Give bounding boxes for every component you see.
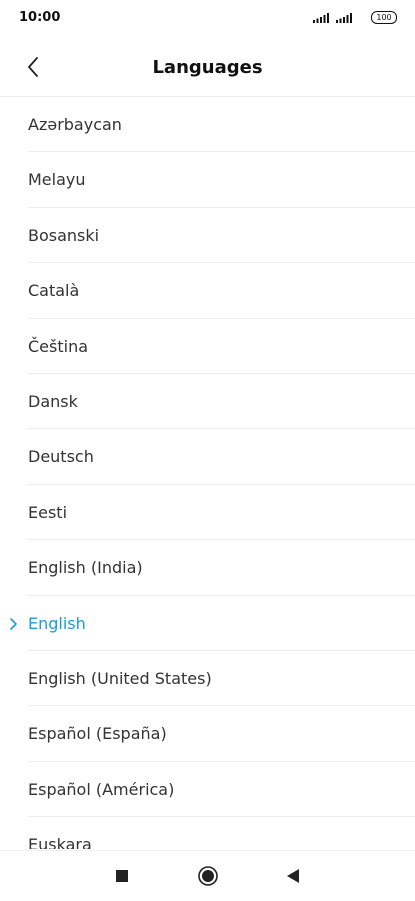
square-icon <box>116 870 128 882</box>
status-icons: 100 <box>313 11 397 24</box>
page-title: Languages <box>152 57 263 78</box>
language-label: English <box>28 613 86 633</box>
language-item[interactable]: Català <box>0 263 415 319</box>
header: Languages <box>0 36 415 97</box>
language-label: Melayu <box>28 170 86 190</box>
language-label: Deutsch <box>28 447 94 467</box>
language-label: Español (España) <box>28 724 167 744</box>
navigation-bar <box>0 850 415 901</box>
language-item[interactable]: English (India) <box>0 540 415 596</box>
language-label: Euskara <box>28 835 92 849</box>
language-item[interactable]: Euskara <box>0 817 415 849</box>
language-label: Español (América) <box>28 779 175 799</box>
language-item[interactable]: Čeština <box>0 319 415 375</box>
language-label: Dansk <box>28 391 78 411</box>
language-label: Català <box>28 281 80 301</box>
chevron-right-icon <box>10 617 17 630</box>
triangle-left-icon <box>287 869 299 883</box>
language-label: Čeština <box>28 336 89 356</box>
language-label: Azərbaycan <box>28 115 122 134</box>
language-label: Eesti <box>28 502 68 522</box>
language-label: English (United States) <box>28 668 212 688</box>
status-bar: 10:00 100 <box>0 0 415 36</box>
language-label: Bosanski <box>28 225 100 245</box>
language-item[interactable]: English (United States) <box>0 651 415 707</box>
back-button[interactable] <box>20 54 46 80</box>
language-label: English (India) <box>28 558 143 578</box>
recents-button[interactable] <box>109 863 135 889</box>
language-item[interactable]: Eesti <box>0 485 415 541</box>
circle-icon <box>198 866 218 886</box>
battery-icon: 100 <box>371 11 397 24</box>
language-item[interactable]: Azərbaycan <box>0 97 415 153</box>
chevron-left-icon <box>28 57 38 77</box>
status-time: 10:00 <box>19 10 61 25</box>
signal-icon-secondary <box>336 12 352 23</box>
nav-back-button[interactable] <box>280 863 306 889</box>
language-item-selected[interactable]: English <box>0 596 415 652</box>
language-item[interactable]: Dansk <box>0 374 415 430</box>
language-item[interactable]: Español (España) <box>0 706 415 763</box>
language-item[interactable]: Español (América) <box>0 762 415 818</box>
signal-icon <box>313 12 329 23</box>
language-item[interactable]: Bosanski <box>0 208 415 264</box>
home-button[interactable] <box>195 863 221 889</box>
language-item[interactable]: Melayu <box>0 152 415 209</box>
language-item[interactable]: Deutsch <box>0 429 415 486</box>
language-list[interactable]: Azərbaycan Melayu Bosanski Català Češtin… <box>0 97 415 849</box>
